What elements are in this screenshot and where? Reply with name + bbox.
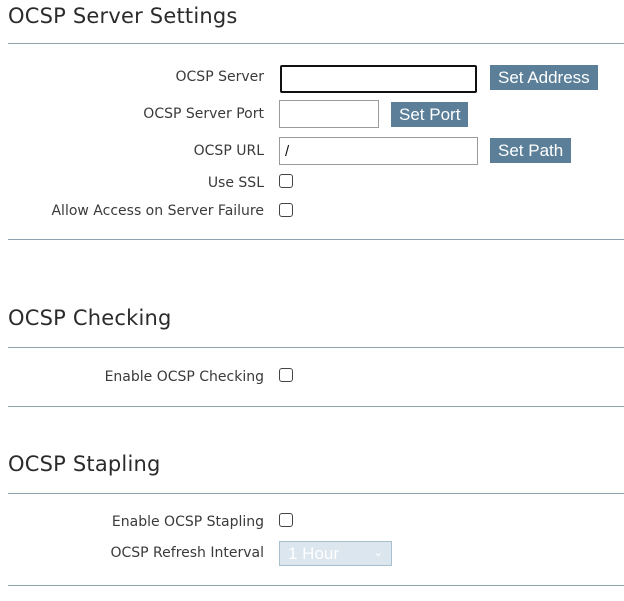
enable-ocsp-stapling-checkbox[interactable]: [279, 513, 293, 527]
ocsp-server-input[interactable]: [280, 65, 477, 93]
ocsp-url-input[interactable]: [279, 137, 478, 165]
server-settings-title: OCSP Server Settings: [8, 4, 238, 28]
ocsp-url-label: OCSP URL: [193, 143, 264, 159]
enable-ocsp-stapling-label: Enable OCSP Stapling: [111, 514, 264, 530]
enable-ocsp-checking-checkbox[interactable]: [279, 368, 293, 382]
divider: [8, 347, 624, 348]
divider: [8, 43, 624, 44]
ocsp-server-port-input[interactable]: [279, 100, 379, 128]
divider: [8, 406, 624, 407]
refresh-interval-value: 1 Hour: [288, 544, 340, 563]
divider: [8, 493, 624, 494]
set-port-button[interactable]: Set Port: [391, 102, 469, 127]
allow-access-label: Allow Access on Server Failure: [51, 203, 264, 219]
allow-access-checkbox[interactable]: [279, 203, 293, 217]
divider: [8, 585, 624, 586]
stapling-title: OCSP Stapling: [8, 452, 161, 476]
use-ssl-checkbox[interactable]: [279, 174, 293, 188]
set-path-button[interactable]: Set Path: [490, 138, 572, 163]
checking-title: OCSP Checking: [8, 306, 172, 330]
divider: [8, 239, 624, 240]
ocsp-refresh-interval-label: OCSP Refresh Interval: [110, 545, 264, 561]
set-address-button[interactable]: Set Address: [490, 65, 598, 90]
ocsp-server-port-label: OCSP Server Port: [143, 106, 264, 122]
enable-ocsp-checking-label: Enable OCSP Checking: [104, 369, 264, 385]
use-ssl-label: Use SSL: [207, 175, 264, 191]
chevron-down-icon: ⌄: [372, 545, 383, 559]
ocsp-refresh-interval-select[interactable]: 1 Hour ⌄: [279, 541, 392, 566]
ocsp-server-label: OCSP Server: [175, 69, 264, 85]
